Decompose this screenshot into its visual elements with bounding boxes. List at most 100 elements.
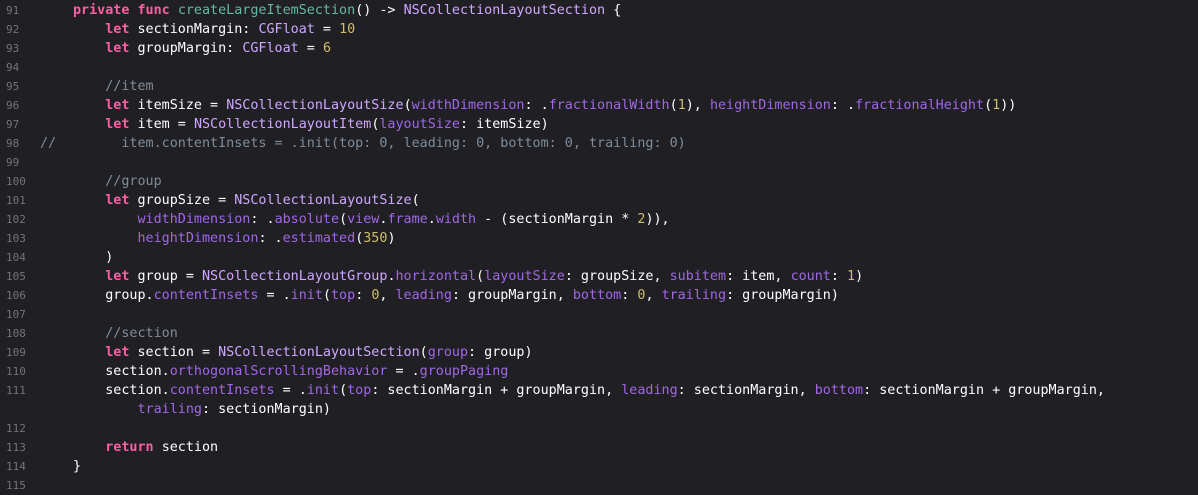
code-text: let item = NSCollectionLayoutItem(layout… [73,115,548,134]
code-token-plain: = . [387,364,420,379]
code-line[interactable]: 101 let groupSize = NSCollectionLayoutSi… [0,191,1198,210]
code-line[interactable]: 107 [0,305,1198,324]
code-token-plain: : [355,288,372,303]
code-line[interactable]: 96 let itemSize = NSCollectionLayoutSize… [0,96,1198,115]
code-line[interactable]: 112 [0,419,1198,438]
code-token-plain: ( [984,98,993,113]
code-token-prop: bottom [572,288,622,303]
code-line[interactable]: 95 //item [0,77,1198,96]
line-number: 100 [6,175,26,188]
code-token-plain: : sectionMargin + groupMargin, [863,383,1105,398]
code-token-type: NSCollectionLayoutGroup [202,269,388,284]
code-line[interactable]: 100 //group [0,172,1198,191]
line-number: 96 [6,99,20,112]
code-token-prop: view [347,212,380,227]
code-text: ) [73,248,113,267]
code-line[interactable]: 102 widthDimension: .absolute(view.frame… [0,210,1198,229]
line-number: 106 [6,289,26,302]
code-token-prop: leading [621,383,678,398]
code-token-prop: estimated [282,231,356,246]
code-token-plain: : sectionMargin) [202,402,331,417]
code-line[interactable]: 108 //section [0,324,1198,343]
code-line[interactable]: 97 let item = NSCollectionLayoutItem(lay… [0,115,1198,134]
code-token-funcDecl: createLargeItemSection [177,3,356,18]
line-number: 98 [6,137,20,150]
code-token-plain: ( [339,212,348,227]
code-token-prop: top [347,383,372,398]
code-token-prop: orthogonalScrollingBehavior [169,364,388,379]
code-text: } [73,457,81,476]
code-token-prop: width [435,212,477,227]
line-number: 114 [6,460,26,473]
code-token-prop: init [290,288,323,303]
code-token-comment: item.contentInsets = .init(top: 0, leadi… [73,136,686,151]
line-number: 94 [6,61,20,74]
code-token-prop: top [331,288,356,303]
code-line[interactable]: 103 heightDimension: .estimated(350) [0,229,1198,248]
code-line[interactable]: 94 [0,58,1198,77]
line-number: 112 [6,422,26,435]
code-token-number: 6 [322,41,331,56]
code-line[interactable]: 93 let groupMargin: CGFloat = 6 [0,39,1198,58]
code-token-type: NSCollectionLayoutSection [218,345,420,360]
line-number: 91 [6,4,20,17]
code-token-plain: : . [830,98,856,113]
code-line[interactable]: 104 ) [0,248,1198,267]
code-token-plain: { [605,3,622,18]
code-token-prop: layoutSize [484,269,565,284]
code-token-plain: : . [258,231,283,246]
code-line[interactable]: 114} [0,457,1198,476]
code-token-plain: : group) [468,345,533,360]
code-token-plain: . [387,269,396,284]
code-token-plain: )) [1000,98,1017,113]
code-token-plain: section. [73,383,170,398]
code-token-plain: ), [685,98,710,113]
code-token-plain: sectionMargin: [137,22,259,37]
line-number: 110 [6,365,26,378]
code-token-prop: contentInsets [153,288,259,303]
code-token-plain: ) [387,231,396,246]
line-number: 104 [6,251,26,264]
code-line[interactable]: 92 let sectionMargin: CGFloat = 10 [0,20,1198,39]
code-text: return section [73,438,218,457]
code-token-plain: , [379,288,396,303]
line-number: 99 [6,156,20,169]
code-line[interactable]: 113 return section [0,438,1198,457]
code-editor[interactable]: 91 private func createLargeItemSection() … [0,0,1198,492]
code-token-plain: : . [524,98,549,113]
code-token-type: NSCollectionLayoutSize [226,98,404,113]
code-token-keyword: let [105,41,138,56]
code-line[interactable]: 98 // item.contentInsets = .init(top: 0, … [0,134,1198,153]
code-line[interactable]: 99 [0,153,1198,172]
code-line[interactable]: trailing: sectionMargin) [0,400,1198,419]
code-line[interactable]: 106 group.contentInsets = .init(top: 0, … [0,286,1198,305]
code-token-keyword: let [105,117,138,132]
code-line[interactable]: 109 let section = NSCollectionLayoutSect… [0,343,1198,362]
code-text: let group = NSCollectionLayoutGroup.hori… [73,267,863,286]
code-token-prop: trailing [661,288,727,303]
code-line[interactable]: 110 section.orthogonalScrollingBehavior … [0,362,1198,381]
code-token-plain: , [645,288,662,303]
code-line[interactable]: 91 private func createLargeItemSection() … [0,1,1198,20]
code-token-plain: groupSize = [137,193,235,208]
code-text: widthDimension: .absolute(view.frame.wid… [73,210,670,229]
code-line[interactable]: 105 let group = NSCollectionLayoutGroup.… [0,267,1198,286]
code-token-plain: section [161,440,219,455]
code-token-plain: ( [339,383,348,398]
code-token-plain: )), [645,212,670,227]
code-token-keyword: let [105,98,138,113]
code-text: let groupSize = NSCollectionLayoutSize( [73,191,419,210]
code-line[interactable]: 111 section.contentInsets = .init(top: s… [0,381,1198,400]
code-line[interactable]: 115 [0,476,1198,495]
code-token-plain: : [830,269,847,284]
code-token-prop: subitem [669,269,727,284]
code-token-plain: } [73,459,82,474]
code-token-number: 10 [339,22,356,37]
code-token-plain: . [427,212,436,227]
code-token-plain: groupMargin: [137,41,243,56]
